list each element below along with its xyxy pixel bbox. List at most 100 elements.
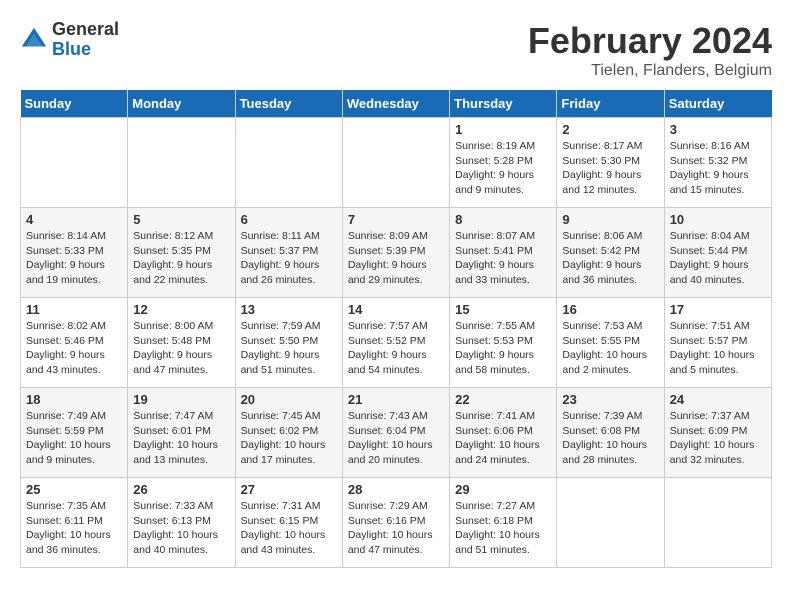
calendar-cell: 6 Sunrise: 8:11 AM Sunset: 5:37 PM Daylig… bbox=[235, 208, 342, 298]
logo-icon bbox=[20, 26, 48, 54]
calendar-cell: 21 Sunrise: 7:43 AM Sunset: 6:04 PM Dayli… bbox=[342, 388, 449, 478]
day-info: Sunrise: 7:31 AM Sunset: 6:15 PM Dayligh… bbox=[241, 499, 337, 558]
day-info: Sunrise: 7:37 AM Sunset: 6:09 PM Dayligh… bbox=[670, 409, 766, 468]
day-info: Sunrise: 8:02 AM Sunset: 5:46 PM Dayligh… bbox=[26, 319, 122, 378]
calendar-cell bbox=[128, 118, 235, 208]
calendar-cell: 28Sunrise: 7:29 AM Sunset: 6:16 PM Dayli… bbox=[342, 478, 449, 568]
day-info: Sunrise: 7:47 AM Sunset: 6:01 PM Dayligh… bbox=[133, 409, 229, 468]
calendar-cell: 20Sunrise: 7:45 AM Sunset: 6:02 PM Dayli… bbox=[235, 388, 342, 478]
day-info: Sunrise: 7:41 AM Sunset: 6:06 PM Dayligh… bbox=[455, 409, 551, 468]
day-number: 3 bbox=[670, 122, 766, 137]
calendar-cell: 27 Sunrise: 7:31 AM Sunset: 6:15 PM Dayli… bbox=[235, 478, 342, 568]
calendar-cell: 29Sunrise: 7:27 AM Sunset: 6:18 PM Dayli… bbox=[450, 478, 557, 568]
day-of-week-header: Wednesday bbox=[342, 90, 449, 118]
day-number: 13 bbox=[241, 302, 337, 317]
day-number: 25 bbox=[26, 482, 122, 497]
calendar-cell: 19 Sunrise: 7:47 AM Sunset: 6:01 PM Dayli… bbox=[128, 388, 235, 478]
day-number: 14 bbox=[348, 302, 444, 317]
calendar-cell: 10 Sunrise: 8:04 AM Sunset: 5:44 PM Dayli… bbox=[664, 208, 771, 298]
calendar-cell: 11 Sunrise: 8:02 AM Sunset: 5:46 PM Dayli… bbox=[21, 298, 128, 388]
calendar-cell: 15Sunrise: 7:55 AM Sunset: 5:53 PM Dayli… bbox=[450, 298, 557, 388]
calendar-header: SundayMondayTuesdayWednesdayThursdayFrid… bbox=[21, 90, 772, 118]
day-info: Sunrise: 7:59 AM Sunset: 5:50 PM Dayligh… bbox=[241, 319, 337, 378]
calendar-cell: 13 Sunrise: 7:59 AM Sunset: 5:50 PM Dayli… bbox=[235, 298, 342, 388]
day-info: Sunrise: 7:39 AM Sunset: 6:08 PM Dayligh… bbox=[562, 409, 658, 468]
day-number: 4 bbox=[26, 212, 122, 227]
calendar-week-row: 1 Sunrise: 8:19 AM Sunset: 5:28 PM Daylig… bbox=[21, 118, 772, 208]
day-info: Sunrise: 8:14 AM Sunset: 5:33 PM Dayligh… bbox=[26, 229, 122, 288]
day-number: 11 bbox=[26, 302, 122, 317]
calendar-table: SundayMondayTuesdayWednesdayThursdayFrid… bbox=[20, 90, 772, 568]
day-number: 23 bbox=[562, 392, 658, 407]
day-info: Sunrise: 8:12 AM Sunset: 5:35 PM Dayligh… bbox=[133, 229, 229, 288]
day-number: 26 bbox=[133, 482, 229, 497]
title-section: February 2024 Tielen, Flanders, Belgium bbox=[528, 20, 772, 80]
calendar-cell: 2Sunrise: 8:17 AM Sunset: 5:30 PM Daylig… bbox=[557, 118, 664, 208]
day-number: 19 bbox=[133, 392, 229, 407]
calendar-cell: 18 Sunrise: 7:49 AM Sunset: 5:59 PM Dayli… bbox=[21, 388, 128, 478]
calendar-cell: 16Sunrise: 7:53 AM Sunset: 5:55 PM Dayli… bbox=[557, 298, 664, 388]
day-info: Sunrise: 7:45 AM Sunset: 6:02 PM Dayligh… bbox=[241, 409, 337, 468]
day-number: 7 bbox=[348, 212, 444, 227]
day-info: Sunrise: 7:57 AM Sunset: 5:52 PM Dayligh… bbox=[348, 319, 444, 378]
day-info: Sunrise: 8:11 AM Sunset: 5:37 PM Dayligh… bbox=[241, 229, 337, 288]
day-number: 5 bbox=[133, 212, 229, 227]
logo: General Blue bbox=[20, 20, 119, 60]
calendar-cell: 4 Sunrise: 8:14 AM Sunset: 5:33 PM Daylig… bbox=[21, 208, 128, 298]
day-of-week-header: Monday bbox=[128, 90, 235, 118]
day-info: Sunrise: 8:17 AM Sunset: 5:30 PM Dayligh… bbox=[562, 139, 658, 198]
day-info: Sunrise: 8:06 AM Sunset: 5:42 PM Dayligh… bbox=[562, 229, 658, 288]
calendar-week-row: 11 Sunrise: 8:02 AM Sunset: 5:46 PM Dayli… bbox=[21, 298, 772, 388]
calendar-cell bbox=[342, 118, 449, 208]
day-info: Sunrise: 7:43 AM Sunset: 6:04 PM Dayligh… bbox=[348, 409, 444, 468]
calendar-week-row: 25Sunrise: 7:35 AM Sunset: 6:11 PM Dayli… bbox=[21, 478, 772, 568]
calendar-cell: 25Sunrise: 7:35 AM Sunset: 6:11 PM Dayli… bbox=[21, 478, 128, 568]
day-number: 9 bbox=[562, 212, 658, 227]
calendar-cell: 8 Sunrise: 8:07 AM Sunset: 5:41 PM Daylig… bbox=[450, 208, 557, 298]
day-number: 12 bbox=[133, 302, 229, 317]
day-info: Sunrise: 7:29 AM Sunset: 6:16 PM Dayligh… bbox=[348, 499, 444, 558]
main-title: February 2024 bbox=[528, 20, 772, 62]
day-of-week-header: Friday bbox=[557, 90, 664, 118]
logo-text: General Blue bbox=[52, 20, 119, 60]
day-info: Sunrise: 7:51 AM Sunset: 5:57 PM Dayligh… bbox=[670, 319, 766, 378]
day-info: Sunrise: 8:16 AM Sunset: 5:32 PM Dayligh… bbox=[670, 139, 766, 198]
page-header: General Blue February 2024 Tielen, Fland… bbox=[20, 20, 772, 80]
calendar-week-row: 18 Sunrise: 7:49 AM Sunset: 5:59 PM Dayli… bbox=[21, 388, 772, 478]
day-number: 8 bbox=[455, 212, 551, 227]
day-number: 18 bbox=[26, 392, 122, 407]
calendar-cell: 3 Sunrise: 8:16 AM Sunset: 5:32 PM Daylig… bbox=[664, 118, 771, 208]
calendar-cell: 17 Sunrise: 7:51 AM Sunset: 5:57 PM Dayli… bbox=[664, 298, 771, 388]
day-number: 10 bbox=[670, 212, 766, 227]
calendar-cell: 7 Sunrise: 8:09 AM Sunset: 5:39 PM Daylig… bbox=[342, 208, 449, 298]
day-of-week-header: Thursday bbox=[450, 90, 557, 118]
day-number: 22 bbox=[455, 392, 551, 407]
day-number: 17 bbox=[670, 302, 766, 317]
day-info: Sunrise: 8:09 AM Sunset: 5:39 PM Dayligh… bbox=[348, 229, 444, 288]
day-info: Sunrise: 8:07 AM Sunset: 5:41 PM Dayligh… bbox=[455, 229, 551, 288]
calendar-cell: 12 Sunrise: 8:00 AM Sunset: 5:48 PM Dayli… bbox=[128, 298, 235, 388]
calendar-cell: 14 Sunrise: 7:57 AM Sunset: 5:52 PM Dayli… bbox=[342, 298, 449, 388]
calendar-cell: 24 Sunrise: 7:37 AM Sunset: 6:09 PM Dayli… bbox=[664, 388, 771, 478]
day-number: 6 bbox=[241, 212, 337, 227]
day-info: Sunrise: 7:49 AM Sunset: 5:59 PM Dayligh… bbox=[26, 409, 122, 468]
day-info: Sunrise: 8:19 AM Sunset: 5:28 PM Dayligh… bbox=[455, 139, 551, 198]
calendar-cell: 1 Sunrise: 8:19 AM Sunset: 5:28 PM Daylig… bbox=[450, 118, 557, 208]
calendar-body: 1 Sunrise: 8:19 AM Sunset: 5:28 PM Daylig… bbox=[21, 118, 772, 568]
day-info: Sunrise: 8:00 AM Sunset: 5:48 PM Dayligh… bbox=[133, 319, 229, 378]
day-info: Sunrise: 8:04 AM Sunset: 5:44 PM Dayligh… bbox=[670, 229, 766, 288]
day-number: 24 bbox=[670, 392, 766, 407]
logo-general: General bbox=[52, 20, 119, 40]
day-number: 21 bbox=[348, 392, 444, 407]
day-info: Sunrise: 7:33 AM Sunset: 6:13 PM Dayligh… bbox=[133, 499, 229, 558]
calendar-cell: 5 Sunrise: 8:12 AM Sunset: 5:35 PM Daylig… bbox=[128, 208, 235, 298]
calendar-cell: 9 Sunrise: 8:06 AM Sunset: 5:42 PM Daylig… bbox=[557, 208, 664, 298]
subtitle: Tielen, Flanders, Belgium bbox=[528, 62, 772, 80]
calendar-cell bbox=[664, 478, 771, 568]
day-info: Sunrise: 7:55 AM Sunset: 5:53 PM Dayligh… bbox=[455, 319, 551, 378]
day-of-week-header: Tuesday bbox=[235, 90, 342, 118]
calendar-week-row: 4 Sunrise: 8:14 AM Sunset: 5:33 PM Daylig… bbox=[21, 208, 772, 298]
day-number: 29 bbox=[455, 482, 551, 497]
day-number: 1 bbox=[455, 122, 551, 137]
day-number: 27 bbox=[241, 482, 337, 497]
